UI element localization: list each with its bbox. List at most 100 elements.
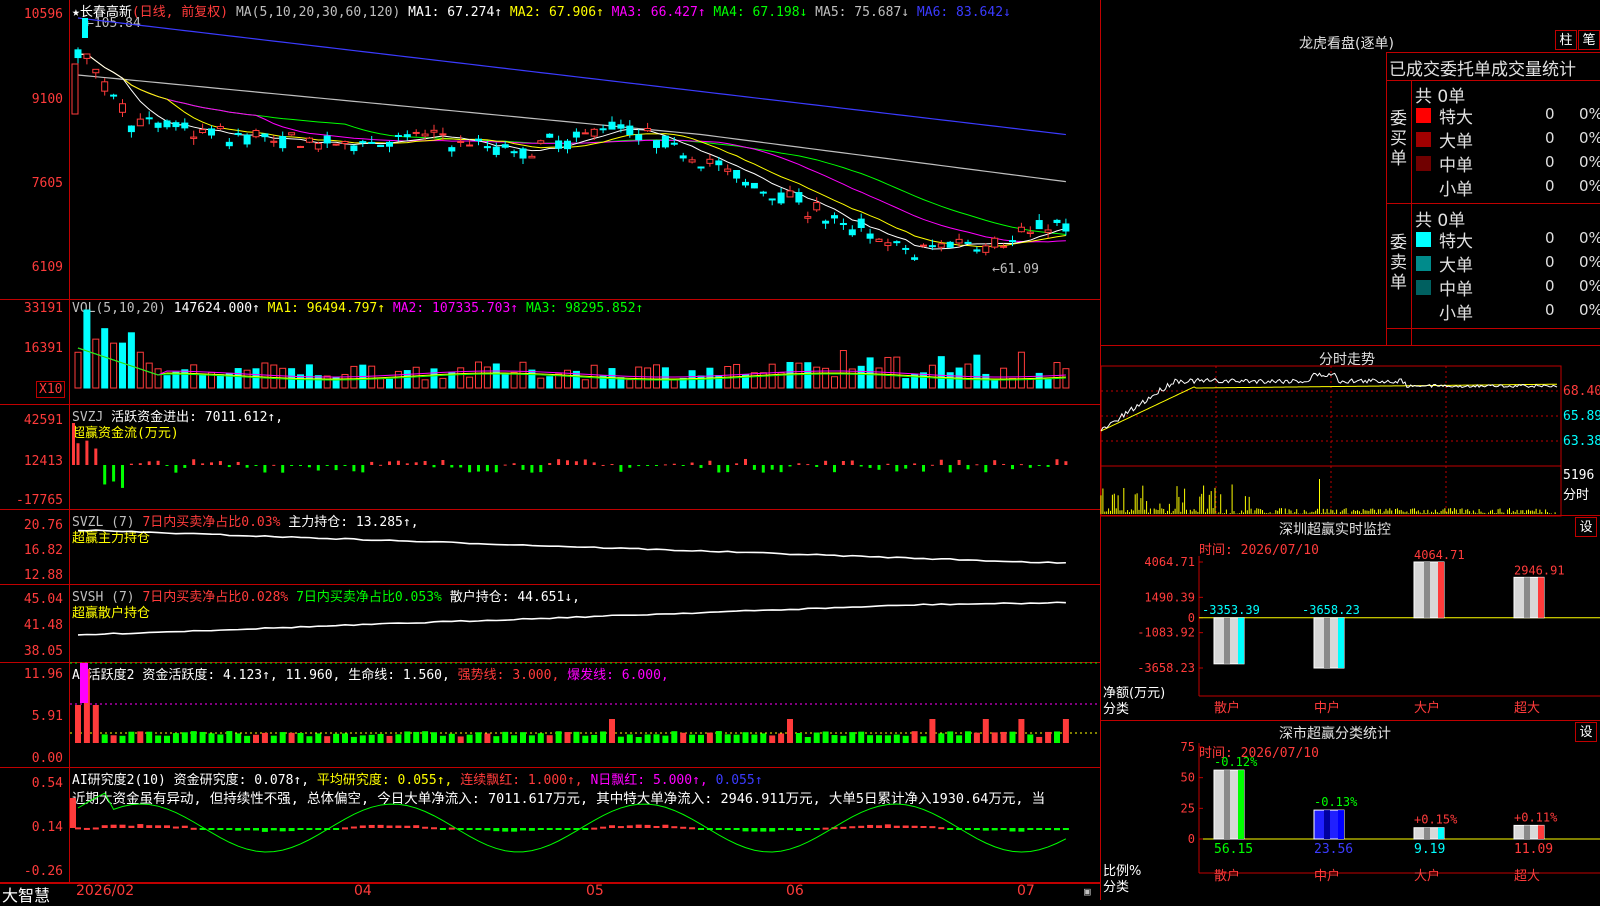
- volume-ytick: 33191: [23, 301, 63, 316]
- flow-bar: [343, 465, 347, 466]
- intraday-chart[interactable]: [1100, 346, 1562, 517]
- activity-bar: [431, 732, 437, 743]
- candle-body: [973, 249, 981, 252]
- candle-body: [492, 146, 500, 155]
- research-bar: [600, 826, 607, 829]
- candle-body: [136, 118, 144, 127]
- ai-research-pane[interactable]: 0.54 0.14 -0.26 AI研究度2(10) 资金研究度: 0.078↑…: [0, 768, 1100, 883]
- candle-body: [626, 125, 634, 135]
- activity-bar: [804, 736, 811, 743]
- classify-value-label: 11.09: [1514, 842, 1553, 857]
- ai-activity-pane[interactable]: 11.96 5.91 0.00 AI活跃度2 资金活跃度: 4.123↑, 11…: [0, 662, 1100, 768]
- research-bar: [1018, 828, 1025, 832]
- candle-body: [394, 134, 402, 137]
- category-color-swatch: [1416, 280, 1431, 295]
- candle-body: [857, 218, 865, 229]
- candle-body: [172, 122, 180, 128]
- volume-bar: [866, 357, 874, 389]
- flow-bar: [494, 465, 498, 473]
- research-bar: [653, 825, 660, 828]
- volume-pane[interactable]: 33191 16391 X10 VOL(5,10,20) 147624.000↑…: [0, 300, 1100, 405]
- activity-bar: [733, 734, 740, 743]
- research-bar: [537, 828, 544, 830]
- activity-bar: [920, 736, 927, 743]
- activity-bar: [270, 735, 277, 743]
- candle-body: [555, 140, 563, 149]
- research-bar: [689, 827, 696, 830]
- app-name[interactable]: 大智慧: [2, 882, 50, 906]
- classify-category-label: 超大: [1514, 869, 1540, 884]
- activity-bar: [386, 735, 393, 743]
- monitor-category-label: 超大: [1514, 701, 1540, 716]
- svzl-ytick: 16.82: [23, 543, 63, 558]
- candle-body: [403, 134, 411, 138]
- volume-bar: [537, 377, 545, 389]
- ai1-ytick: 5.91: [31, 709, 63, 724]
- research-bar: [350, 826, 357, 829]
- candle-body: [581, 132, 589, 135]
- bar-mode-button[interactable]: 柱: [1555, 30, 1577, 50]
- research-bar: [742, 828, 749, 832]
- candle-body: [475, 138, 482, 142]
- lhb-row: 中单 0 0%: [1413, 151, 1600, 176]
- candle-body: [920, 244, 927, 247]
- volume-bar: [546, 376, 554, 389]
- research-bar: [546, 828, 553, 830]
- research-bar: [315, 828, 322, 830]
- research-bar: [662, 824, 669, 828]
- flow-bar: [993, 460, 997, 465]
- candle-body: [483, 146, 491, 149]
- flow-bar: [939, 459, 943, 465]
- lock-icon[interactable]: ▣: [1084, 885, 1091, 898]
- category-label: 小单: [1439, 304, 1473, 324]
- volume-bar: [661, 367, 669, 389]
- main-holding-line: [77, 529, 1066, 564]
- flow-bar: [868, 465, 872, 468]
- volume-bar: [501, 373, 509, 389]
- category-count: 0: [1545, 229, 1555, 247]
- intraday-ytick: 65.89: [1563, 409, 1600, 424]
- candle-body: [528, 155, 536, 159]
- price-pane[interactable]: 10596 9100 7605 6109 ★长春高新(日线, 前复权) MA(5…: [0, 0, 1100, 300]
- volume-bar: [145, 362, 153, 389]
- category-count: 0: [1545, 129, 1555, 147]
- category-percent: 0%: [1579, 105, 1600, 123]
- research-bar: [564, 828, 571, 830]
- candlestick-chart[interactable]: [70, 0, 1100, 300]
- category-count: 0: [1545, 153, 1555, 171]
- activity-bar: [119, 735, 126, 743]
- svzl-pane[interactable]: 20.76 16.82 12.88 SVZL (7) 7日内买卖净占比0.03%…: [0, 510, 1100, 585]
- monitor-panel[interactable]: 深圳超赢实时监控 设 时间: 2026/07/10 净额(万元) 分类 4064…: [1100, 515, 1600, 720]
- research-bar: [671, 826, 678, 829]
- flow-bar: [156, 460, 160, 465]
- candle-body: [208, 128, 215, 136]
- activity-bar: [493, 736, 500, 743]
- flow-bar: [245, 465, 249, 468]
- volume-bar: [394, 370, 402, 389]
- flow-bar: [138, 463, 142, 465]
- flow-bar: [165, 465, 169, 466]
- volume-ma-line: [77, 347, 1066, 378]
- classify-panel[interactable]: 深市超赢分类统计 设 时间: 2026/07/10 比例% 分类 75 50 25 0…: [1100, 720, 1600, 900]
- activity-bar: [1009, 731, 1016, 743]
- intraday-panel[interactable]: 分时走势 68.40 65.89 63.38 5196 分时: [1100, 345, 1600, 517]
- category-count: 0: [1545, 253, 1555, 271]
- research-bar: [226, 828, 233, 830]
- candle-body: [750, 182, 758, 189]
- research-bar: [244, 828, 251, 831]
- tick-mode-button[interactable]: 笔: [1578, 30, 1600, 50]
- candle-body: [199, 129, 207, 134]
- activity-bar: [902, 735, 909, 743]
- svzj-pane[interactable]: 42591 12413 -17765 SVZJ 活跃资金进出: 7011.612…: [0, 405, 1100, 510]
- classify-bar-shade: [1424, 827, 1430, 839]
- research-bar: [973, 828, 980, 830]
- svsh-pane[interactable]: 45.04 41.48 38.05 SVSH (7) 7日内买卖净占比0.028…: [0, 585, 1100, 663]
- research-bar: [751, 828, 758, 832]
- candle-body: [163, 120, 171, 128]
- activity-bar: [1027, 734, 1034, 743]
- ma6-line: [77, 17, 1066, 136]
- research-bar: [110, 824, 117, 828]
- research-bar: [128, 825, 135, 828]
- flow-bar: [512, 463, 516, 465]
- main-holding-polyline: [77, 529, 1066, 564]
